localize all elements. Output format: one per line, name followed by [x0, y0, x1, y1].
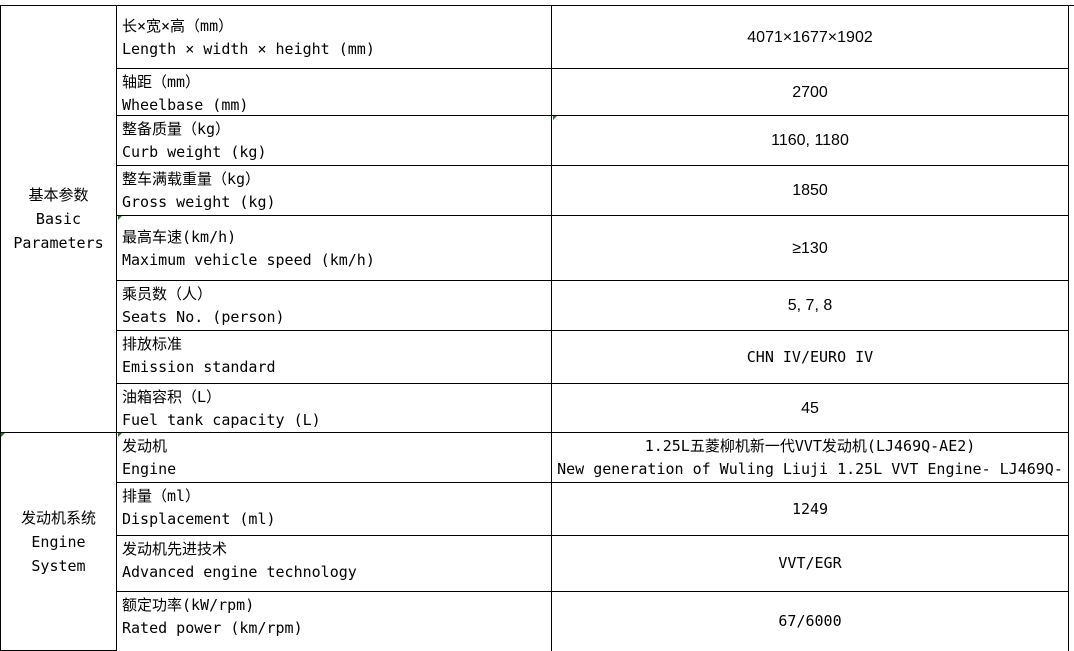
label-cn: 排放标准: [122, 335, 183, 353]
row-label-emission[interactable]: 排放标准 Emission standard: [117, 331, 552, 384]
label-cn: 发动机: [122, 437, 168, 455]
section-label-cn: 基本参数: [28, 186, 89, 204]
label-en: Fuel tank capacity (L): [122, 411, 321, 429]
section-label-cn: 发动机系统: [20, 508, 96, 527]
label-en: Engine: [122, 460, 177, 478]
value-text: 1850: [792, 182, 828, 199]
value-text: ≥130: [792, 239, 828, 257]
cell-marker: [553, 116, 557, 120]
label-cn: 整备质量（kg）: [122, 120, 231, 138]
label-cn: 轴距（mm）: [122, 73, 201, 91]
row-label-displacement[interactable]: 排量（ml） Displacement (ml): [117, 483, 552, 536]
value-text: 5, 7, 8: [787, 297, 833, 314]
value-engine[interactable]: 1.25L五菱柳机新一代VVT发动机(LJ469Q-AE2) New gener…: [552, 433, 1069, 483]
label-cn: 油箱容积（L）: [122, 388, 222, 406]
value-text: 1160, 1180: [771, 132, 849, 149]
value-displacement[interactable]: 1249: [552, 483, 1069, 536]
label-cn: 排量（ml）: [122, 487, 201, 505]
value-text: CHN IV/EURO IV: [746, 347, 874, 366]
label-en: Advanced engine technology: [122, 563, 357, 581]
label-en: Emission standard: [122, 358, 276, 376]
label-cn: 最高车速(km/h): [122, 228, 237, 246]
value-engine-technology[interactable]: VVT/EGR: [552, 536, 1069, 592]
value-gross-weight[interactable]: 1850: [552, 166, 1069, 216]
cell-marker: [118, 216, 122, 220]
section-basic-parameters[interactable]: 基本参数 Basic Parameters: [0, 6, 117, 433]
row-label-seats[interactable]: 乘员数（人） Seats No. (person): [117, 281, 552, 331]
value-curb-weight[interactable]: 1160, 1180: [552, 116, 1069, 166]
value-max-speed[interactable]: ≥130: [552, 216, 1069, 281]
row-label-rated-power[interactable]: 额定功率(kW/rpm) Rated power (km/rpm): [117, 592, 552, 651]
row-label-engine[interactable]: 发动机 Engine: [117, 433, 552, 483]
value-text: 1.25L五菱柳机新一代VVT发动机(LJ469Q-AE2): [644, 436, 976, 455]
value-text: 67/6000: [778, 612, 842, 630]
label-cn: 长×宽×高（mm）: [122, 17, 234, 35]
label-cn: 额定功率(kW/rpm): [122, 596, 255, 614]
label-en: Length × width × height (mm): [122, 40, 375, 58]
grid-right-border: [1068, 6, 1069, 651]
value-wheelbase[interactable]: 2700: [552, 69, 1069, 116]
value-text: VVT/EGR: [778, 554, 842, 572]
section-label-en: Parameters: [13, 234, 104, 252]
label-en: Gross weight (kg): [122, 193, 276, 211]
section-engine-system[interactable]: 发动机系统 Engine System: [0, 433, 117, 651]
value-text: 1249: [791, 499, 829, 518]
section-label-en: Basic: [35, 210, 82, 228]
value-text: 4071×1677×1902: [747, 28, 873, 46]
section-label-en: Engine: [31, 532, 86, 551]
cell-marker: [1, 433, 5, 437]
row-label-gross-weight[interactable]: 整车满载重量（kg） Gross weight (kg): [117, 166, 552, 216]
value-rated-power[interactable]: 67/6000: [552, 592, 1069, 651]
label-en: Rated power (km/rpm): [122, 619, 303, 637]
value-seats[interactable]: 5, 7, 8: [552, 281, 1069, 331]
spec-table: 基本参数 Basic Parameters 发动机系统 Engine Syste…: [0, 0, 1074, 651]
row-label-max-speed[interactable]: 最高车速(km/h) Maximum vehicle speed (km/h): [117, 216, 552, 281]
value-text-en: New generation of Wuling Liuji 1.25L VVT…: [557, 459, 1063, 478]
label-en: Wheelbase (mm): [122, 96, 249, 114]
label-cn: 乘员数（人）: [122, 285, 213, 303]
value-dimensions[interactable]: 4071×1677×1902: [552, 6, 1069, 69]
label-en: Displacement (ml): [122, 510, 276, 528]
value-text: 45: [801, 399, 819, 417]
row-label-engine-technology[interactable]: 发动机先进技术 Advanced engine technology: [117, 536, 552, 592]
row-label-wheelbase[interactable]: 轴距（mm） Wheelbase (mm): [117, 69, 552, 116]
row-label-curb-weight[interactable]: 整备质量（kg） Curb weight (kg): [117, 116, 552, 166]
label-en: Seats No. (person): [122, 308, 285, 326]
section-label-en: System: [31, 556, 86, 575]
label-en: Curb weight (kg): [122, 143, 267, 161]
value-fuel-tank[interactable]: 45: [552, 384, 1069, 433]
label-cn: 整车满载重量（kg）: [122, 170, 261, 188]
value-text: 2700: [792, 83, 828, 101]
cell-marker: [118, 433, 122, 437]
label-en: Maximum vehicle speed (km/h): [122, 251, 375, 269]
value-emission[interactable]: CHN IV/EURO IV: [552, 331, 1069, 384]
row-label-dimensions[interactable]: 长×宽×高（mm） Length × width × height (mm): [117, 6, 552, 69]
row-label-fuel-tank[interactable]: 油箱容积（L） Fuel tank capacity (L): [117, 384, 552, 433]
label-cn: 发动机先进技术: [122, 540, 228, 558]
